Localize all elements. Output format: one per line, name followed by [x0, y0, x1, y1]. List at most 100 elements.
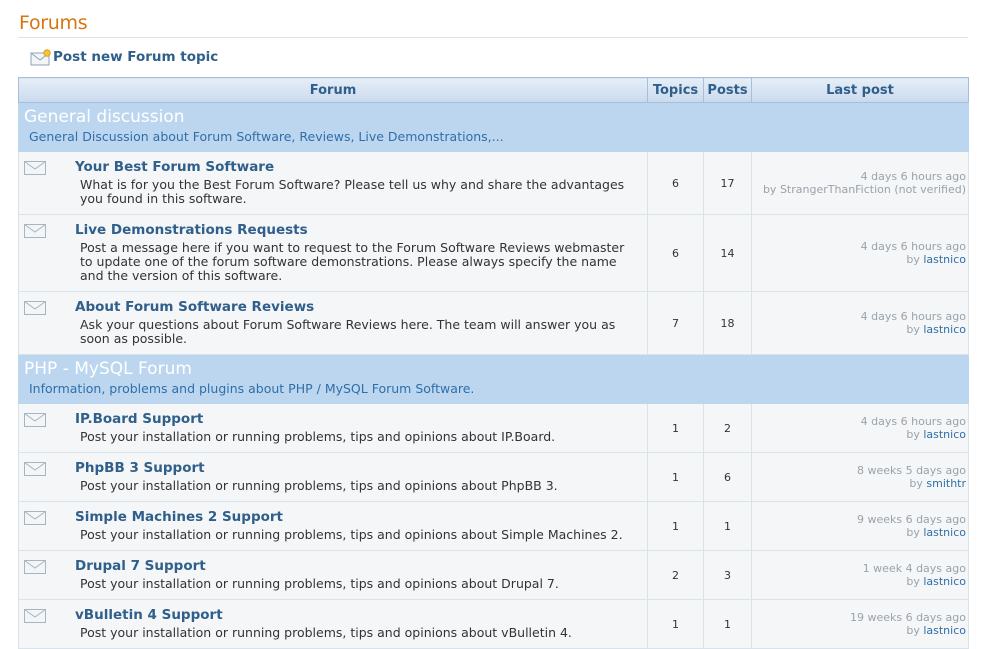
forum-row: About Forum Software Reviews Ask your que…: [18, 291, 969, 355]
posts-count: 1: [703, 599, 752, 649]
forum-row: Live Demonstrations Requests Post a messa…: [18, 214, 969, 292]
last-post-by-prefix: by: [906, 526, 920, 539]
envelope-icon: [24, 609, 46, 623]
last-post-time[interactable]: 9 weeks 6 days ago: [752, 513, 966, 526]
forum-row: Your Best Forum Software What is for you …: [18, 151, 969, 215]
last-post-by-prefix: by: [906, 428, 920, 441]
last-post-by-prefix: by: [906, 575, 920, 588]
last-post-author-line: by lastnico: [752, 575, 966, 588]
last-post-by-prefix: by: [909, 477, 923, 490]
last-post-author-link[interactable]: lastnico: [923, 575, 966, 588]
topics-count: 7: [647, 291, 704, 355]
last-post-time[interactable]: 4 days 6 hours ago: [752, 170, 966, 183]
forum-name-link[interactable]: PhpBB 3 Support: [75, 460, 637, 476]
last-post-author-line: by lastnico: [752, 253, 966, 266]
category-name[interactable]: PHP - MySQL Forum: [19, 355, 968, 378]
envelope-icon: [24, 511, 46, 525]
forum-row: Simple Machines 2 Support Post your insta…: [18, 501, 969, 551]
posts-count: 14: [703, 214, 752, 292]
forum-description: Post a message here if you want to reque…: [80, 240, 625, 283]
last-post-author-line: by lastnico: [752, 323, 966, 336]
last-post-author-link[interactable]: lastnico: [923, 253, 966, 266]
forum-cell: PhpBB 3 Support Post your installation or…: [18, 452, 648, 502]
forum-table: Forum Topics Posts Last post General dis…: [18, 77, 969, 649]
last-post-by-prefix: by: [762, 183, 777, 196]
last-post-author-line: by lastnico: [752, 526, 966, 539]
page-title: Forums: [19, 12, 88, 34]
last-post-time[interactable]: 19 weeks 6 days ago: [752, 611, 966, 624]
forum-cell: IP.Board Support Post your installation o…: [18, 403, 648, 453]
post-new-topic-label: Post new Forum topic: [53, 49, 219, 65]
envelope-icon: [24, 413, 46, 427]
forum-name-link[interactable]: vBulletin 4 Support: [75, 607, 637, 623]
last-post-author-link[interactable]: lastnico: [923, 428, 966, 441]
forum-name-link[interactable]: IP.Board Support: [75, 411, 637, 427]
forum-row: IP.Board Support Post your installation o…: [18, 403, 969, 453]
title-divider: [18, 37, 968, 38]
topics-count: 1: [647, 599, 704, 649]
forum-name-link[interactable]: Drupal 7 Support: [75, 558, 637, 574]
forum-cell: Simple Machines 2 Support Post your insta…: [18, 501, 648, 551]
forum-name-link[interactable]: Simple Machines 2 Support: [75, 509, 637, 525]
topics-count: 6: [647, 151, 704, 215]
category-name[interactable]: General discussion: [19, 103, 968, 126]
last-post-time[interactable]: 4 days 6 hours ago: [752, 240, 966, 253]
last-post-by-prefix: by: [906, 323, 920, 336]
forum-row: Drupal 7 Support Post your installation o…: [18, 550, 969, 600]
topics-count: 2: [647, 550, 704, 600]
column-header-last-post[interactable]: Last post: [751, 77, 969, 103]
last-post-author-line: by lastnico: [752, 428, 966, 441]
last-post-author-link[interactable]: smithtr: [926, 477, 966, 490]
column-header-topics[interactable]: Topics: [647, 77, 704, 103]
last-post-time[interactable]: 8 weeks 5 days ago: [752, 464, 966, 477]
category-row: General discussion General Discussion abo…: [18, 102, 969, 152]
forum-row: PhpBB 3 Support Post your installation or…: [18, 452, 969, 502]
column-header-posts[interactable]: Posts: [703, 77, 752, 103]
envelope-icon: [24, 560, 46, 574]
new-post-envelope-icon: [30, 49, 51, 66]
category-cell: General discussion General Discussion abo…: [18, 102, 969, 152]
last-post-author-link[interactable]: lastnico: [923, 624, 966, 637]
last-post-cell: 19 weeks 6 days ago by lastnico: [751, 599, 969, 649]
column-header-forum[interactable]: Forum: [18, 77, 648, 103]
last-post-author-link[interactable]: lastnico: [923, 323, 966, 336]
forum-cell: Your Best Forum Software What is for you …: [18, 151, 648, 215]
last-post-author-link[interactable]: StrangerThanFiction (not verified): [780, 183, 966, 196]
last-post-author-link[interactable]: lastnico: [923, 526, 966, 539]
last-post-cell: 4 days 6 hours ago by lastnico: [751, 291, 969, 355]
last-post-by-prefix: by: [906, 624, 920, 637]
post-new-topic-link[interactable]: Post new Forum topic: [30, 49, 219, 66]
category-description: General Discussion about Forum Software,…: [29, 129, 504, 144]
forum-description: What is for you the Best Forum Software?…: [80, 177, 625, 206]
forum-cell: Drupal 7 Support Post your installation o…: [18, 550, 648, 600]
last-post-cell: 4 days 6 hours ago by lastnico: [751, 403, 969, 453]
last-post-cell: 8 weeks 5 days ago by smithtr: [751, 452, 969, 502]
last-post-author-line: by smithtr: [752, 477, 966, 490]
envelope-icon: [24, 462, 46, 476]
category-description: Information, problems and plugins about …: [29, 381, 475, 396]
last-post-author-line: by StrangerThanFiction (not verified): [752, 183, 966, 196]
forum-name-link[interactable]: Live Demonstrations Requests: [75, 222, 637, 238]
last-post-author-line: by lastnico: [752, 624, 966, 637]
envelope-icon: [24, 161, 46, 175]
posts-count: 6: [703, 452, 752, 502]
forum-cell: vBulletin 4 Support Post your installatio…: [18, 599, 648, 649]
last-post-time[interactable]: 4 days 6 hours ago: [752, 310, 966, 323]
forum-description: Ask your questions about Forum Software …: [80, 317, 616, 346]
envelope-icon: [24, 224, 46, 238]
forum-description: Post your installation or running proble…: [80, 478, 558, 493]
forum-cell: Live Demonstrations Requests Post a messa…: [18, 214, 648, 292]
forum-name-link[interactable]: About Forum Software Reviews: [75, 299, 637, 315]
last-post-cell: 4 days 6 hours ago by StrangerThanFiction…: [751, 151, 969, 215]
topics-count: 1: [647, 501, 704, 551]
posts-count: 2: [703, 403, 752, 453]
posts-count: 18: [703, 291, 752, 355]
forum-row: vBulletin 4 Support Post your installatio…: [18, 599, 969, 649]
forum-name-link[interactable]: Your Best Forum Software: [75, 159, 637, 175]
forum-description: Post your installation or running proble…: [80, 429, 556, 444]
envelope-icon: [24, 301, 46, 315]
posts-count: 3: [703, 550, 752, 600]
last-post-time[interactable]: 4 days 6 hours ago: [752, 415, 966, 428]
posts-count: 17: [703, 151, 752, 215]
last-post-time[interactable]: 1 week 4 days ago: [752, 562, 966, 575]
